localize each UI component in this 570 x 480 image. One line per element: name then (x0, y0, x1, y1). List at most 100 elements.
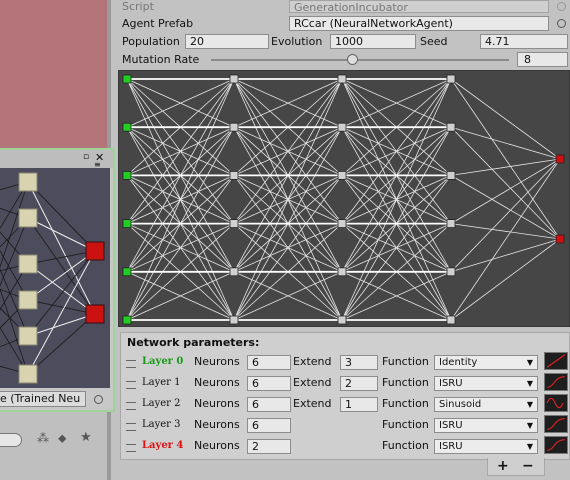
neuron-node (18, 290, 38, 310)
neurons-input[interactable]: 6 (247, 418, 291, 433)
search-field[interactable] (0, 433, 22, 447)
object-picker-icon[interactable] (557, 19, 566, 28)
extend-label: Extend (293, 376, 332, 389)
layer-drag-handle[interactable] (126, 381, 136, 389)
tag-icon[interactable]: ⬥ (58, 431, 66, 446)
function-label: Function (382, 439, 429, 452)
neuron-node[interactable] (122, 219, 132, 229)
scene-view (0, 0, 107, 150)
remove-layer-button[interactable]: − (522, 458, 534, 474)
neurons-value: 6 (252, 377, 259, 390)
layer-name: Layer 3 (142, 419, 181, 430)
activation-function-value: ISRU (439, 378, 463, 389)
neuron-node[interactable] (555, 154, 565, 164)
extend-value: 3 (345, 356, 352, 369)
population-value: 20 (190, 35, 204, 48)
layer-drag-handle[interactable] (126, 360, 136, 368)
neurons-input[interactable]: 6 (247, 355, 291, 370)
star-icon[interactable]: ★ (80, 430, 92, 445)
trained-network-preview (0, 168, 110, 388)
seed-value: 4.71 (485, 35, 510, 48)
neuron-node[interactable] (446, 219, 456, 229)
window-footer: e (Trained Neu (0, 388, 113, 410)
layer-name: Layer 4 (142, 440, 184, 451)
neuron-node[interactable] (337, 267, 347, 277)
extend-input[interactable]: 2 (340, 376, 378, 391)
neuron-node[interactable] (122, 315, 132, 325)
neurons-input[interactable]: 2 (247, 439, 291, 454)
footer-picker-icon[interactable] (94, 395, 103, 404)
layer-list-footer: + − (487, 458, 545, 476)
evolution-input[interactable]: 1000 (330, 34, 416, 49)
window-pin-icon[interactable]: ▫ (83, 152, 89, 162)
activation-curve-preview (544, 415, 568, 433)
neuron-node[interactable] (229, 74, 239, 84)
extend-label: Extend (293, 355, 332, 368)
window-titlebar[interactable]: ▫ ✕ ≡ (0, 150, 113, 169)
network-graph[interactable] (118, 70, 570, 327)
neuron-node[interactable] (122, 122, 132, 132)
neuron-node[interactable] (555, 234, 565, 244)
activation-function-value: Identity (439, 357, 478, 368)
neuron-node[interactable] (122, 267, 132, 277)
filter-icon[interactable]: ⁂ (37, 431, 49, 445)
function-label: Function (382, 355, 429, 368)
function-label: Function (382, 418, 429, 431)
neuron-node[interactable] (122, 171, 132, 180)
layer-drag-handle[interactable] (126, 444, 136, 452)
neuron-node[interactable] (337, 219, 347, 229)
mutation-rate-slider-track[interactable] (211, 59, 509, 61)
neuron-node[interactable] (446, 315, 456, 325)
extend-input[interactable]: 3 (340, 355, 378, 370)
layer-drag-handle[interactable] (126, 402, 136, 410)
evolution-label: Evolution (271, 35, 323, 48)
neuron-node[interactable] (229, 122, 239, 132)
neuron-node (18, 364, 38, 384)
neuron-node (18, 208, 38, 228)
neuron-node[interactable] (229, 315, 239, 325)
activation-function-dropdown[interactable]: ISRU ▼ (434, 439, 538, 454)
neuron-node[interactable] (446, 171, 456, 180)
neuron-node (18, 254, 38, 274)
neurons-input[interactable]: 6 (247, 397, 291, 412)
neurons-value: 6 (252, 398, 259, 411)
activation-function-dropdown[interactable]: Sinusoid ▼ (434, 397, 538, 412)
population-input[interactable]: 20 (185, 34, 269, 49)
neuron-node[interactable] (337, 74, 347, 84)
script-label: Script (122, 0, 154, 13)
neuron-node[interactable] (229, 267, 239, 277)
neurons-label: Neurons (194, 376, 240, 389)
layer-drag-handle[interactable] (126, 423, 136, 431)
extend-input[interactable]: 1 (340, 397, 378, 412)
neuron-node[interactable] (337, 171, 347, 180)
agent-prefab-field[interactable]: RCcar (NeuralNetworkAgent) (289, 16, 549, 31)
neurons-label: Neurons (194, 355, 240, 368)
script-value: GenerationIncubator (294, 1, 408, 13)
activation-function-dropdown[interactable]: ISRU ▼ (434, 418, 538, 433)
mutation-rate-input[interactable]: 8 (517, 52, 568, 67)
script-picker-icon (557, 2, 566, 11)
neurons-value: 6 (252, 419, 259, 432)
add-layer-button[interactable]: + (497, 458, 509, 474)
function-label: Function (382, 397, 429, 410)
neuron-node (18, 326, 38, 346)
activation-function-dropdown[interactable]: ISRU ▼ (434, 376, 538, 391)
neuron-node[interactable] (229, 171, 239, 180)
seed-input[interactable]: 4.71 (480, 34, 568, 49)
neurons-input[interactable]: 6 (247, 376, 291, 391)
layer-name: Layer 2 (142, 398, 181, 409)
neuron-node[interactable] (446, 267, 456, 277)
neuron-node[interactable] (122, 74, 132, 84)
activation-curve-preview (544, 373, 568, 391)
mutation-rate-slider-thumb[interactable] (346, 54, 358, 65)
neuron-node[interactable] (229, 219, 239, 229)
agent-object-field[interactable]: e (Trained Neu (0, 391, 86, 407)
neurons-value: 6 (252, 356, 259, 369)
neuron-node[interactable] (337, 122, 347, 132)
trained-network-window[interactable]: ▫ ✕ ≡ e (Trained Neu (0, 148, 115, 412)
neuron-node[interactable] (446, 74, 456, 84)
neuron-node[interactable] (446, 122, 456, 132)
network-parameters-panel: Network parameters: Layer 0 Neurons 6 Exten… (120, 332, 570, 460)
activation-function-dropdown[interactable]: Identity ▼ (434, 355, 538, 370)
neuron-node[interactable] (337, 315, 347, 325)
